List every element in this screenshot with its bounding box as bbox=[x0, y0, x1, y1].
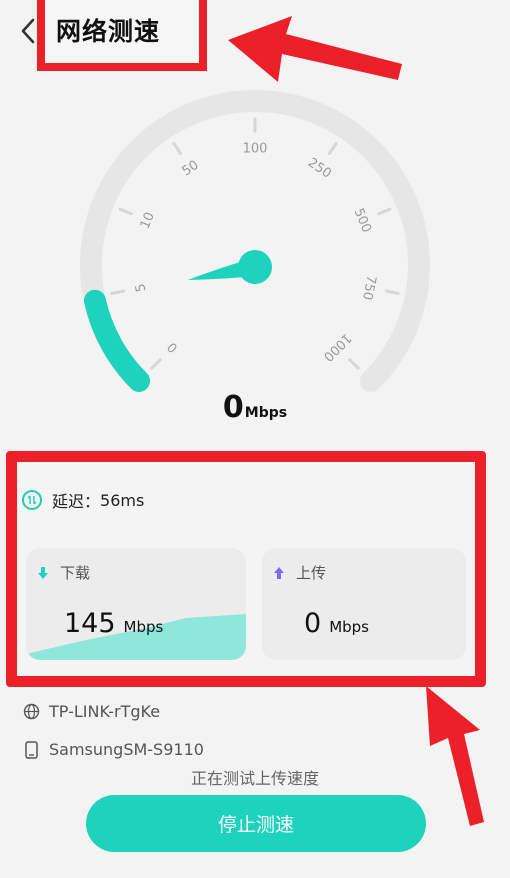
upload-value: 0 bbox=[304, 608, 322, 639]
speed-value: 0 bbox=[222, 390, 244, 425]
upload-card: 上传 0 Mbps bbox=[262, 548, 466, 660]
stop-test-button[interactable]: 停止测速 bbox=[86, 795, 426, 852]
gauge-tick-label: 50 bbox=[180, 158, 202, 180]
gauge-needle-hub bbox=[238, 250, 272, 284]
download-arrow-icon bbox=[36, 566, 50, 580]
wifi-row: TP-LINK-rTgKe bbox=[22, 702, 160, 721]
upload-unit: Mbps bbox=[329, 618, 369, 636]
globe-icon bbox=[22, 703, 40, 720]
phone-model: SamsungSM-S9110 bbox=[49, 740, 204, 759]
status-text: 正在测试上传速度 bbox=[190, 769, 319, 788]
gauge-progress bbox=[83, 289, 151, 392]
gauge-tick bbox=[377, 207, 392, 216]
gauge-tick bbox=[150, 358, 162, 370]
wifi-name: TP-LINK-rTgKe bbox=[49, 702, 161, 721]
gauge-tick-label: 750 bbox=[359, 274, 379, 301]
annotation-arrow-bottom bbox=[426, 686, 484, 826]
download-value: 145 bbox=[64, 608, 116, 639]
gauge-tick bbox=[384, 289, 400, 295]
latency-row: 延迟： 56ms bbox=[22, 488, 144, 512]
speed-unit: Mbps bbox=[244, 405, 288, 421]
speed-readout: 0Mbps bbox=[0, 390, 510, 425]
download-label: 下载 bbox=[60, 564, 91, 582]
latency-value: 56ms bbox=[100, 490, 145, 510]
upload-arrow-icon bbox=[272, 566, 286, 580]
download-value-wrap: 145 Mbps bbox=[64, 608, 163, 639]
gauge-tick-label: 10 bbox=[138, 210, 158, 231]
upload-value-wrap: 0 Mbps bbox=[304, 608, 369, 639]
gauge-tick bbox=[172, 142, 183, 156]
latency-label: 延迟： bbox=[52, 492, 101, 511]
gauge-needle bbox=[187, 250, 272, 284]
upload-label: 上传 bbox=[296, 564, 327, 582]
phone-row: SamsungSM-S9110 bbox=[22, 740, 204, 759]
gauge-tick-label: 500 bbox=[350, 206, 373, 235]
latency-icon bbox=[22, 490, 42, 510]
gauge-tick-label: 100 bbox=[243, 142, 268, 157]
phone-icon bbox=[22, 740, 40, 759]
page-title: 网络测速 bbox=[56, 17, 161, 46]
gauge-tick-label: 5 bbox=[133, 282, 149, 293]
gauge-tick-label: 250 bbox=[305, 155, 334, 181]
download-unit: Mbps bbox=[123, 618, 164, 636]
download-card: 下载 145 Mbps bbox=[26, 548, 246, 660]
gauge-tick bbox=[327, 142, 338, 156]
gauge-tick bbox=[118, 207, 133, 216]
top-bar: 网络测速 bbox=[0, 0, 510, 80]
speed-gauge: 0510501002505007501000 bbox=[80, 90, 430, 392]
gauge-tick bbox=[110, 289, 126, 295]
gauge-progress-arc bbox=[83, 289, 151, 392]
chevron-left-icon bbox=[21, 18, 35, 44]
gauge-tick-label: 0 bbox=[165, 339, 181, 355]
gauge-tick bbox=[348, 358, 360, 370]
